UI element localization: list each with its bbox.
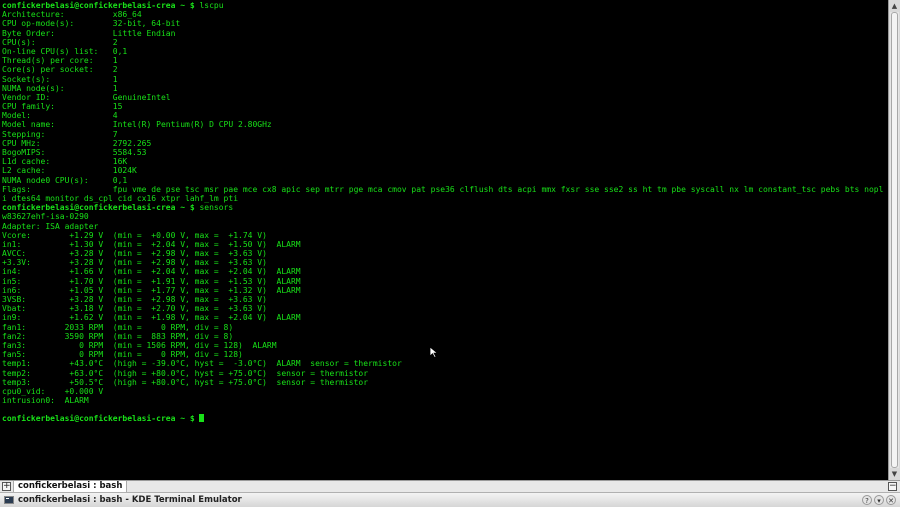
close-window-button[interactable]: ✕ [886, 495, 896, 505]
output-line: w83627ehf-isa-0290 [2, 212, 89, 222]
minimize-button[interactable]: ▾ [874, 495, 884, 505]
terminal-output[interactable]: confickerbelasi@confickerbelasi-crea ~ $… [0, 0, 888, 480]
mouse-pointer-icon [429, 346, 439, 358]
command-text: lscpu [194, 1, 224, 10]
scroll-up-icon[interactable]: ▲ [890, 1, 899, 11]
output-line: Vbat: +3.18 V (min = +2.70 V, max = +3.6… [2, 304, 267, 314]
new-tab-icon[interactable]: + [2, 482, 11, 491]
output-line: fan1: 2033 RPM (min = 0 RPM, div = 8) [2, 322, 234, 332]
output-line: Adapter: ISA adapter [2, 221, 99, 231]
output-line: +3.3V: +3.28 V (min = +2.98 V, max = +3.… [2, 258, 267, 268]
output-line: Core(s) per socket: 2 [2, 65, 118, 75]
output-line: in9: +1.62 V (min = +1.98 V, max = +2.04… [2, 313, 301, 323]
output-line: AVCC: +3.28 V (min = +2.98 V, max = +3.6… [2, 249, 267, 259]
output-line: temp1: +43.0°C (high = -39.0°C, hyst = -… [2, 359, 402, 369]
output-line: Vendor ID: GenuineIntel [2, 92, 171, 102]
output-line: L2 cache: 1024K [2, 166, 137, 176]
output-line: i dtes64 monitor ds_cpl cid cx16 xtpr la… [2, 193, 239, 203]
output-line: temp2: +63.0°C (high = +80.0°C, hyst = +… [2, 368, 369, 378]
output-line: Flags: fpu vme de pse tsc msr pae mce cx… [2, 184, 888, 194]
output-line: Vcore: +1.29 V (min = +0.00 V, max = +1.… [2, 230, 267, 240]
shell-prompt: confickerbelasi@confickerbelasi-crea ~ $ [2, 1, 195, 10]
shell-prompt: confickerbelasi@confickerbelasi-crea ~ $ [2, 203, 195, 213]
output-line: Socket(s): 1 [2, 74, 118, 84]
terminal-scrollbar[interactable]: ▲ ▼ [888, 0, 900, 480]
output-line: On-line CPU(s) list: 0,1 [2, 46, 128, 56]
output-line: Byte Order: Little Endian [2, 28, 176, 38]
prompt-line: confickerbelasi@confickerbelasi-crea ~ $ [2, 414, 888, 423]
text-cursor [199, 414, 205, 423]
output-line: Model: 4 [2, 111, 118, 121]
window-titlebar: confickerbelasi : bash - KDE Terminal Em… [0, 492, 900, 507]
output-line: cpu0_vid: +0.000 V [2, 386, 104, 396]
output-line: CPU MHz: 2792.265 [2, 138, 152, 148]
output-line: CPU family: 15 [2, 102, 123, 112]
command-text: sensors [194, 203, 234, 213]
prompt-line: confickerbelasi@confickerbelasi-crea ~ $… [2, 1, 888, 10]
output-line: Stepping: 7 [2, 129, 118, 139]
output-line: NUMA node(s): 1 [2, 83, 118, 93]
output-line: fan5: 0 RPM (min = 0 RPM, div = 128) [2, 350, 243, 360]
output-line: intrusion0: ALARM [2, 396, 89, 406]
output-line: Model name: Intel(R) Pentium(R) D CPU 2.… [2, 120, 272, 130]
output-line: CPU(s): 2 [2, 37, 118, 47]
prompt-line: confickerbelasi@confickerbelasi-crea ~ $… [2, 203, 888, 212]
scroll-thumb[interactable] [891, 12, 898, 468]
output-line: BogoMIPS: 5584.53 [2, 148, 147, 157]
output-line: in4: +1.66 V (min = +2.04 V, max = +2.04… [2, 267, 301, 277]
output-line: in5: +1.70 V (min = +1.91 V, max = +1.53… [2, 276, 301, 286]
output-line: temp3: +50.5°C (high = +80.0°C, hyst = +… [2, 377, 369, 387]
scroll-track[interactable] [890, 12, 899, 468]
tab-bar: + confickerbelasi : bash − [0, 480, 900, 492]
tab-session[interactable]: confickerbelasi : bash [13, 481, 128, 492]
terminal-app-icon[interactable] [4, 496, 14, 504]
output-line: CPU op-mode(s): 32-bit, 64-bit [2, 19, 181, 29]
close-tab-icon[interactable]: − [888, 482, 897, 491]
output-line: L1d cache: 16K [2, 157, 128, 167]
window-title: confickerbelasi : bash - KDE Terminal Em… [18, 495, 242, 505]
output-line: fan3: 0 RPM (min = 1506 RPM, div = 128) … [2, 340, 277, 350]
output-line: 3VSB: +3.28 V (min = +2.98 V, max = +3.6… [2, 295, 267, 304]
output-line: NUMA node0 CPU(s): 0,1 [2, 175, 128, 185]
shell-prompt: confickerbelasi@confickerbelasi-crea ~ $ [2, 414, 195, 424]
output-line: in1: +1.30 V (min = +2.04 V, max = +1.50… [2, 239, 301, 249]
help-button[interactable]: ? [862, 495, 872, 505]
output-line: fan2: 3590 RPM (min = 883 RPM, div = 8) [2, 331, 234, 341]
output-line: in6: +1.05 V (min = +1.77 V, max = +1.32… [2, 285, 301, 295]
scroll-down-icon[interactable]: ▼ [890, 469, 899, 479]
output-line: Architecture: x86_64 [2, 10, 142, 20]
output-line: Thread(s) per core: 1 [2, 56, 118, 66]
